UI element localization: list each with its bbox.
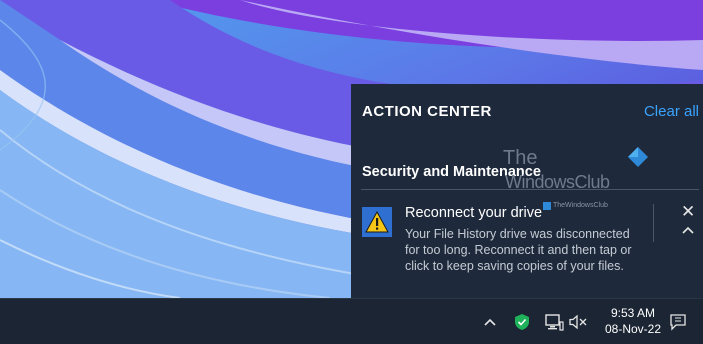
notification-body: Your File History drive was disconnected… [405,227,632,273]
notification-title: Reconnect your drive [405,205,543,221]
warning-icon [362,207,392,237]
notification-separator [653,204,654,242]
group-divider [361,189,699,190]
close-icon[interactable]: ✕ [681,203,695,221]
notification-card[interactable]: Reconnect your drive Your File History d… [351,196,703,298]
clock-date[interactable]: 08-Nov-22 [600,322,666,336]
chevron-up-icon[interactable] [681,222,699,238]
action-center-title: ACTION CENTER [362,103,492,120]
windows-security-shield-icon[interactable] [512,311,532,333]
show-hidden-icons-chevron-icon[interactable] [480,311,500,333]
clear-all-link[interactable]: Clear all [644,103,699,120]
action-center-panel: ACTION CENTER Clear all Security and Mai… [351,84,703,298]
network-icon[interactable] [543,311,565,333]
volume-muted-icon[interactable] [567,311,589,333]
clock-time[interactable]: 9:53 AM [600,306,666,320]
notification-group-title: Security and Maintenance [362,164,541,180]
notification-center-icon[interactable] [668,311,688,333]
taskbar: 9:53 AM 08-Nov-22 [0,298,703,344]
